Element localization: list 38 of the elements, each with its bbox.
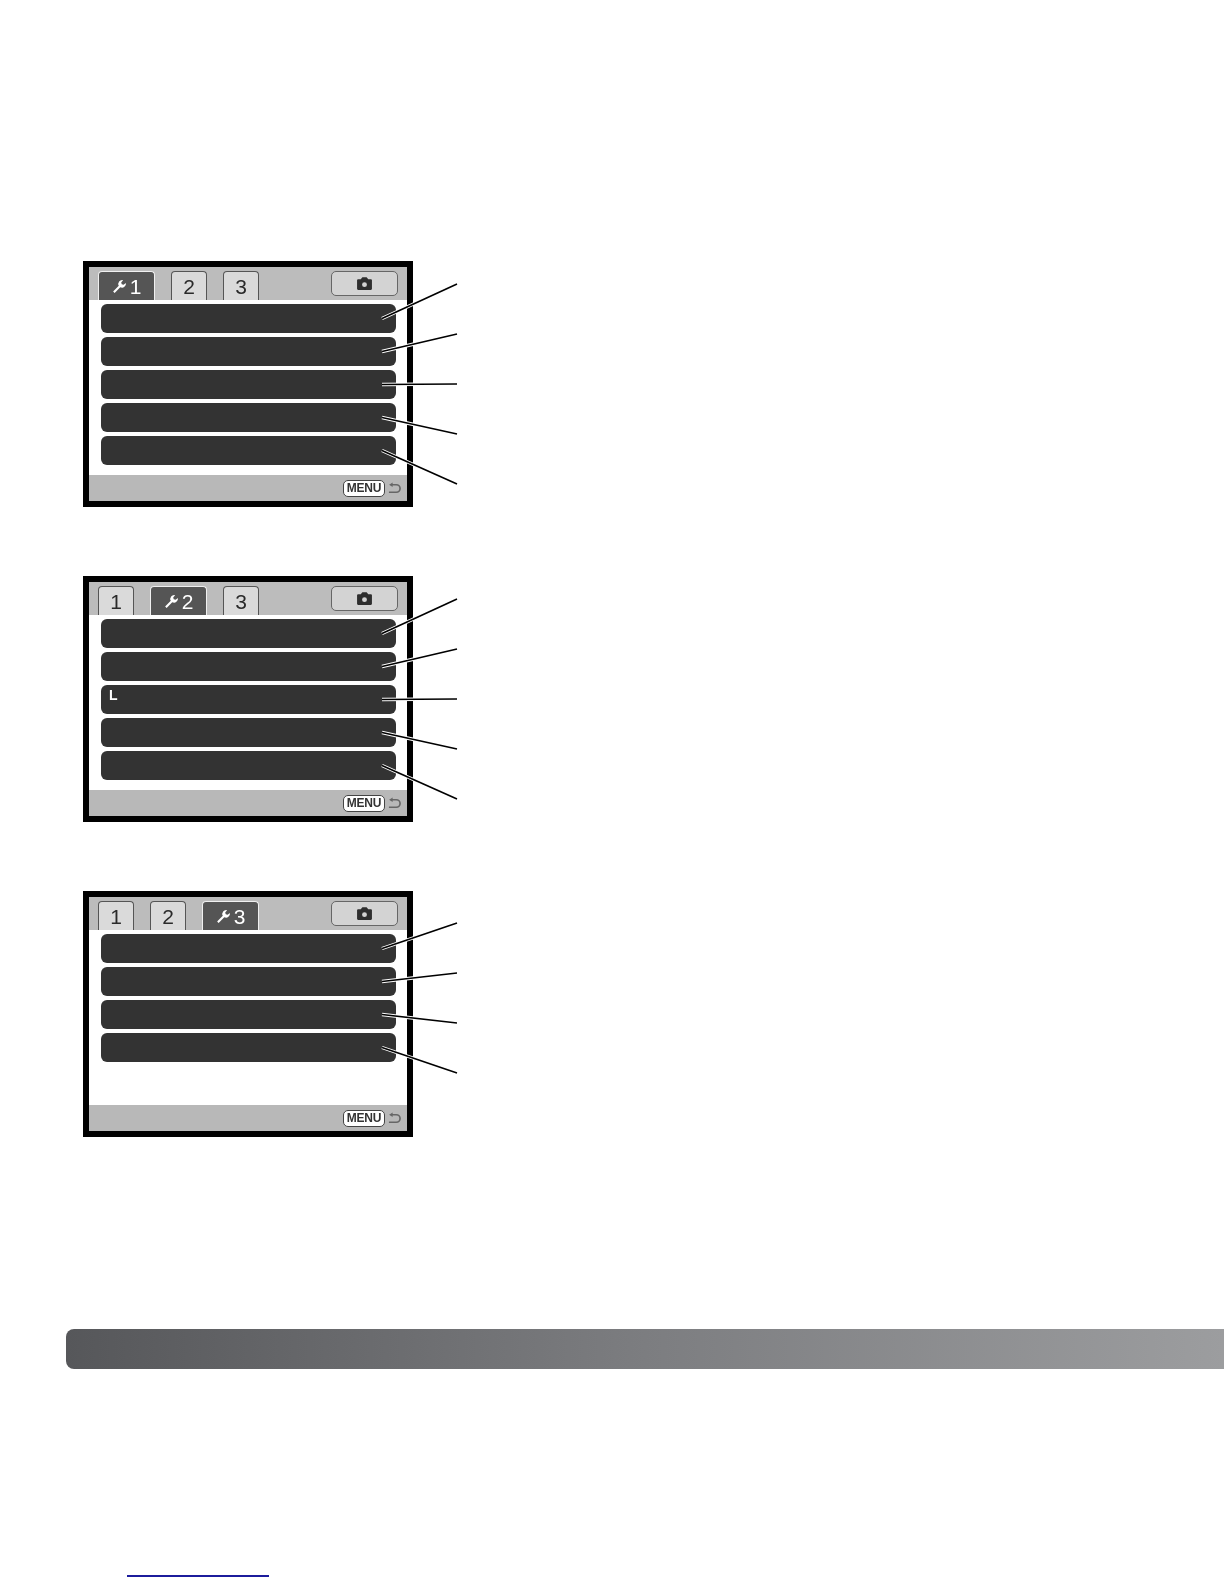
menu-tab[interactable]: 2 <box>150 586 207 615</box>
wrench-icon <box>111 278 127 294</box>
menu-row[interactable] <box>101 934 396 963</box>
menu-row[interactable] <box>101 751 396 780</box>
menu-row[interactable] <box>101 304 396 333</box>
menu-key-badge: MENU <box>342 1109 385 1127</box>
menu-key-badge: MENU <box>342 794 385 812</box>
menu-row[interactable] <box>101 370 396 399</box>
menu-tab[interactable]: 1 <box>98 271 155 300</box>
menu-row[interactable] <box>101 718 396 747</box>
menu-tab[interactable]: 3 <box>223 586 259 615</box>
menu-row[interactable]: L <box>101 685 396 714</box>
camera-icon <box>356 591 373 606</box>
return-arrow-icon <box>387 481 402 495</box>
camera-tab-button[interactable] <box>331 271 398 296</box>
camera-icon <box>356 906 373 921</box>
wrench-icon <box>215 908 231 924</box>
menu-tab[interactable]: 3 <box>202 901 259 930</box>
camera-tab-button[interactable] <box>331 901 398 926</box>
camera-tab-button[interactable] <box>331 586 398 611</box>
return-arrow-icon <box>387 1111 402 1125</box>
return-arrow-icon <box>387 796 402 810</box>
wrench-icon <box>163 593 179 609</box>
menu-tab[interactable]: 3 <box>223 271 259 300</box>
menu-row[interactable] <box>101 1033 396 1062</box>
menu-tab[interactable]: 1 <box>98 901 134 930</box>
menu-row[interactable] <box>101 652 396 681</box>
menu-tab[interactable]: 2 <box>150 901 186 930</box>
menu-row[interactable] <box>101 1000 396 1029</box>
menu-key-badge: MENU <box>342 479 385 497</box>
menu-row[interactable] <box>101 619 396 648</box>
menu-row[interactable] <box>101 337 396 366</box>
camera-icon <box>356 276 373 291</box>
menu-row[interactable] <box>101 403 396 432</box>
menu-tab[interactable]: 2 <box>171 271 207 300</box>
menu-tab[interactable]: 1 <box>98 586 134 615</box>
menu-row[interactable] <box>101 967 396 996</box>
menu-row[interactable] <box>101 436 396 465</box>
